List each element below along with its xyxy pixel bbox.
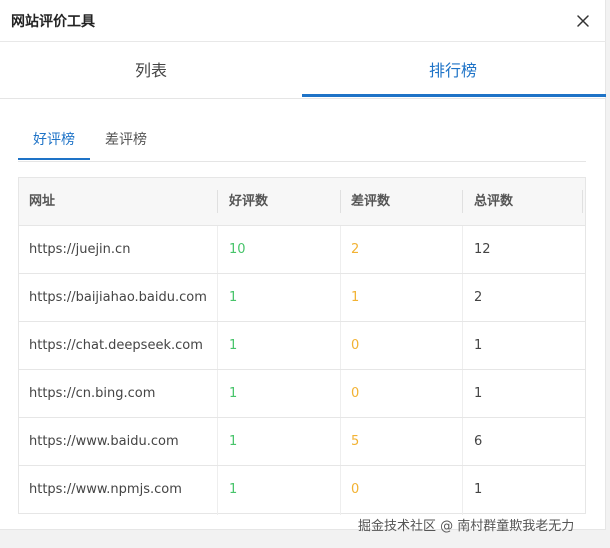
active-subtab-indicator xyxy=(18,158,90,160)
cell-url: https://baijiahao.baidu.com xyxy=(29,290,207,305)
active-tab-indicator xyxy=(302,94,606,97)
cell-good: 1 xyxy=(229,434,238,449)
header-separator xyxy=(217,190,218,213)
tab-good-ranking[interactable]: 好评榜 xyxy=(18,120,90,160)
cell-bad: 0 xyxy=(351,338,360,353)
cell-total: 1 xyxy=(474,386,483,401)
header-separator xyxy=(340,190,341,213)
header-separator xyxy=(462,190,463,213)
header-good[interactable]: 好评数 xyxy=(229,178,268,225)
table-row[interactable]: https://juejin.cn 10 2 12 xyxy=(19,226,585,274)
cell-total: 1 xyxy=(474,338,483,353)
cell-total: 12 xyxy=(474,242,491,257)
cell-total: 1 xyxy=(474,482,483,497)
cell-bad: 2 xyxy=(351,242,360,257)
cell-total: 6 xyxy=(474,434,483,449)
cell-good: 1 xyxy=(229,338,238,353)
header-url[interactable]: 网址 xyxy=(29,178,55,225)
tab-bad-ranking[interactable]: 差评榜 xyxy=(98,120,154,160)
main-tabs: 列表 排行榜 xyxy=(0,42,606,99)
cell-bad: 0 xyxy=(351,386,360,401)
tab-ranking[interactable]: 排行榜 xyxy=(302,42,604,99)
cell-bad: 5 xyxy=(351,434,360,449)
table-header: 网址 好评数 差评数 总评数 xyxy=(19,178,585,226)
table-row[interactable]: https://chat.deepseek.com 1 0 1 xyxy=(19,322,585,370)
header-separator xyxy=(582,190,583,213)
cell-good: 1 xyxy=(229,482,238,497)
title-bar: 网站评价工具 xyxy=(0,0,606,42)
table-row[interactable]: https://www.baidu.com 1 5 6 xyxy=(19,418,585,466)
table-row[interactable]: https://cn.bing.com 1 0 1 xyxy=(19,370,585,418)
cell-bad: 1 xyxy=(351,290,360,305)
cell-total: 2 xyxy=(474,290,483,305)
cell-url: https://cn.bing.com xyxy=(29,386,156,401)
cell-good: 1 xyxy=(229,386,238,401)
header-total[interactable]: 总评数 xyxy=(474,178,513,225)
header-bad[interactable]: 差评数 xyxy=(351,178,390,225)
cell-url: https://www.npmjs.com xyxy=(29,482,182,497)
cell-url: https://chat.deepseek.com xyxy=(29,338,203,353)
cell-good: 10 xyxy=(229,242,246,257)
sub-tabs: 好评榜 差评榜 xyxy=(18,120,586,162)
watermark: 掘金技术社区 @ 南村群童欺我老无力 xyxy=(358,519,575,534)
cell-good: 1 xyxy=(229,290,238,305)
table-row[interactable]: https://www.npmjs.com 1 0 1 xyxy=(19,466,585,514)
close-icon[interactable] xyxy=(574,12,592,30)
cell-url: https://www.baidu.com xyxy=(29,434,179,449)
dialog-title: 网站评价工具 xyxy=(11,14,95,30)
table-row[interactable]: https://baijiahao.baidu.com 1 1 2 xyxy=(19,274,585,322)
ranking-table: 网址 好评数 差评数 总评数 https://juejin.cn 10 2 12… xyxy=(18,177,586,515)
tab-list[interactable]: 列表 xyxy=(0,42,302,99)
rating-dialog: 网站评价工具 列表 排行榜 好评榜 差评榜 网址 好评数 差评数 总评数 htt… xyxy=(0,0,606,530)
cell-url: https://juejin.cn xyxy=(29,242,131,257)
cell-bad: 0 xyxy=(351,482,360,497)
